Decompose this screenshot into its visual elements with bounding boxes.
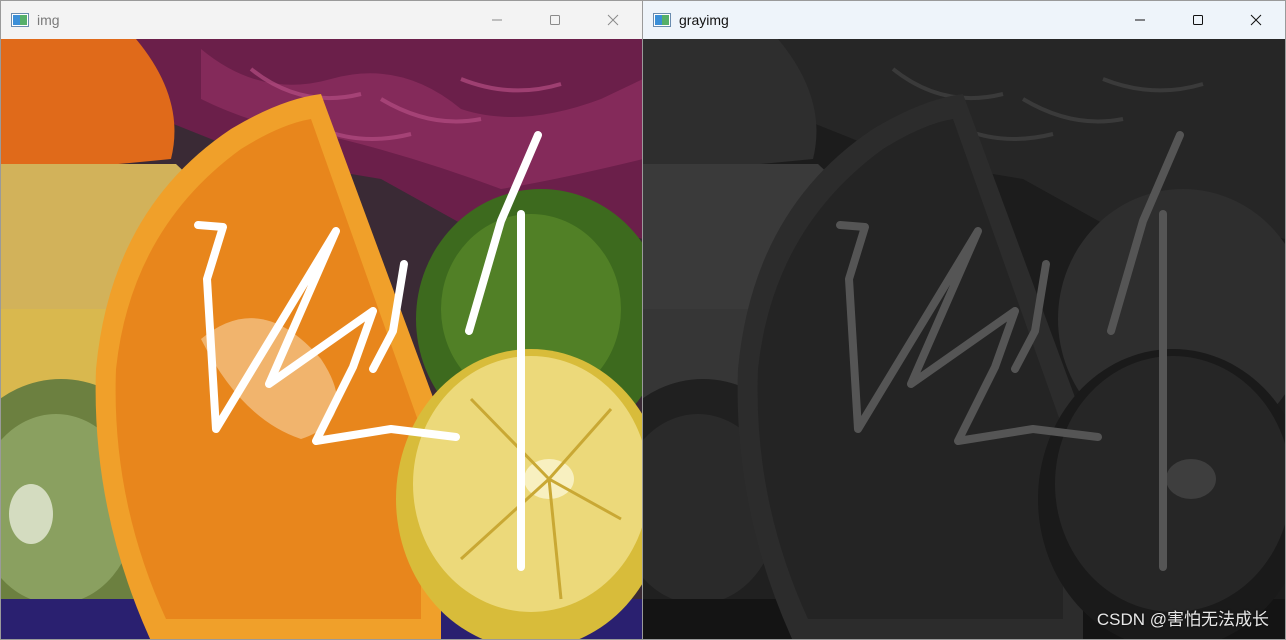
close-button[interactable] xyxy=(1227,1,1285,39)
close-button[interactable] xyxy=(584,1,642,39)
window-title: grayimg xyxy=(679,12,729,28)
close-icon xyxy=(1250,14,1262,26)
window-title: img xyxy=(37,12,60,28)
image-canvas[interactable] xyxy=(1,39,642,639)
watermark-text: CSDN @害怕无法成长 xyxy=(1096,610,1269,629)
grayimg-window[interactable]: grayimg CSDN @害怕无法成长 xyxy=(642,0,1286,640)
window-controls xyxy=(468,1,642,39)
window-controls xyxy=(1111,1,1285,39)
image-canvas[interactable]: CSDN @害怕无法成长 xyxy=(643,39,1285,639)
maximize-button[interactable] xyxy=(526,1,584,39)
grayscale-image xyxy=(643,39,1285,639)
close-icon xyxy=(607,14,619,26)
titlebar[interactable]: img xyxy=(1,1,642,39)
minimize-button[interactable] xyxy=(468,1,526,39)
maximize-button[interactable] xyxy=(1169,1,1227,39)
titlebar[interactable]: grayimg xyxy=(643,1,1285,39)
minimize-button[interactable] xyxy=(1111,1,1169,39)
maximize-icon xyxy=(550,15,560,25)
minimize-icon xyxy=(492,19,502,21)
img-window[interactable]: img xyxy=(0,0,643,640)
app-window-icon xyxy=(11,13,29,27)
maximize-icon xyxy=(1193,15,1203,25)
fruit-image xyxy=(1,39,642,639)
minimize-icon xyxy=(1135,19,1145,21)
app-window-icon xyxy=(653,13,671,27)
